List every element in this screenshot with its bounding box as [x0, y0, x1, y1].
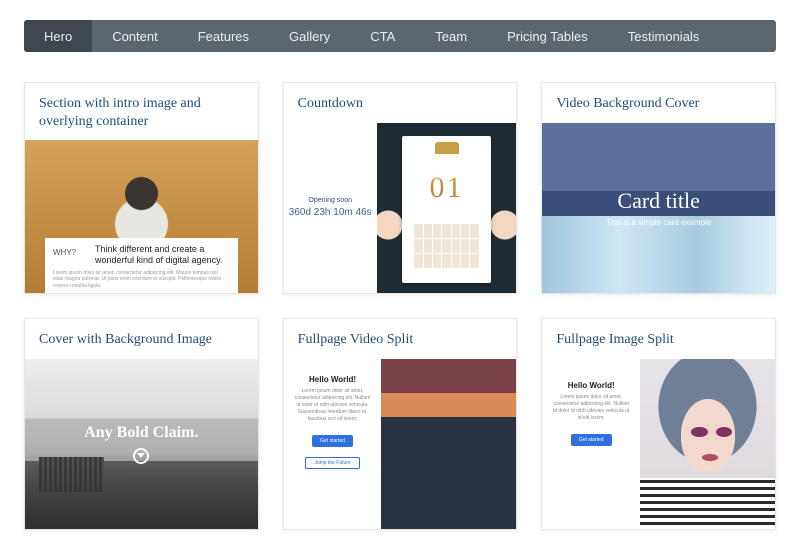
- lorem-text: Lorem ipsum dolor sit amet, consectetur …: [53, 270, 230, 290]
- card-title: Section with intro image and overlying c…: [25, 83, 258, 140]
- tab-pricing-tables[interactable]: Pricing Tables: [487, 20, 608, 52]
- tab-testimonials[interactable]: Testimonials: [608, 20, 720, 52]
- primary-button: Get started: [571, 434, 612, 446]
- template-card[interactable]: Countdown Opening soon 360d 23h 10m 46s …: [283, 82, 518, 294]
- overlay-title: Card title: [617, 188, 699, 214]
- template-card[interactable]: Section with intro image and overlying c…: [24, 82, 259, 294]
- card-preview: Card title This is a simple card example: [542, 123, 775, 294]
- primary-button: Get started: [312, 435, 353, 447]
- tab-gallery[interactable]: Gallery: [269, 20, 350, 52]
- tab-features[interactable]: Features: [178, 20, 269, 52]
- template-card[interactable]: Cover with Background Image Any Bold Cla…: [24, 318, 259, 530]
- clipboard-icon: [435, 142, 459, 154]
- card-title: Fullpage Image Split: [542, 319, 775, 359]
- calendar-day: 01: [402, 171, 491, 205]
- tab-hero[interactable]: Hero: [24, 20, 92, 52]
- secondary-button: Jump the Future: [305, 457, 359, 469]
- card-title: Fullpage Video Split: [284, 319, 517, 359]
- card-title: Video Background Cover: [542, 83, 775, 123]
- card-preview: Hello World! Lorem ipsum dolor sit amet,…: [542, 359, 775, 530]
- category-tabs: Hero Content Features Gallery CTA Team P…: [24, 20, 776, 52]
- hello-heading: Hello World!: [294, 375, 372, 384]
- lead-text: Think different and create a wonderful k…: [95, 244, 230, 266]
- card-preview: Any Bold Claim.: [25, 359, 258, 530]
- calendar-grid: [414, 224, 478, 268]
- why-label: WHY?: [53, 244, 89, 257]
- tab-content[interactable]: Content: [92, 20, 178, 52]
- template-card[interactable]: Fullpage Image Split Hello World! Lorem …: [541, 318, 776, 530]
- countdown-value: 360d 23h 10m 46s: [289, 206, 372, 219]
- template-card[interactable]: Video Background Cover Card title This i…: [541, 82, 776, 294]
- hero-claim: Any Bold Claim.: [84, 424, 198, 442]
- hello-heading: Hello World!: [552, 381, 630, 390]
- lorem-text: Lorem ipsum dolor sit amet, consectetur …: [552, 394, 630, 422]
- lorem-text: Lorem ipsum dolor sit amet, consectetur …: [294, 388, 372, 423]
- template-grid: Section with intro image and overlying c…: [24, 82, 776, 530]
- card-preview: Hello World! Lorem ipsum dolor sit amet,…: [284, 359, 517, 530]
- tab-team[interactable]: Team: [415, 20, 487, 52]
- opening-label: Opening soon: [308, 197, 352, 204]
- card-preview: WHY? Think different and create a wonder…: [25, 140, 258, 293]
- card-title: Countdown: [284, 83, 517, 123]
- template-card[interactable]: Fullpage Video Split Hello World! Lorem …: [283, 318, 518, 530]
- card-preview: Opening soon 360d 23h 10m 46s 01: [284, 123, 517, 294]
- tab-cta[interactable]: CTA: [350, 20, 415, 52]
- overlay-subtitle: This is a simple card example: [606, 218, 711, 227]
- chevron-down-icon: [133, 448, 149, 464]
- card-title: Cover with Background Image: [25, 319, 258, 359]
